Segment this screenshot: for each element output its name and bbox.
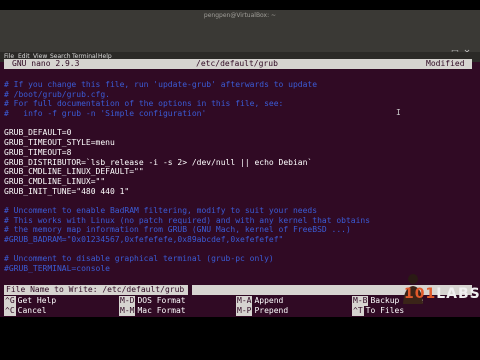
editor-line[interactable]: GRUB_TIMEOUT_STYLE=menu [4,138,472,148]
editor-line[interactable] [4,196,472,206]
shortcut-mac-format[interactable]: M-M Mac Format [119,306,186,316]
shortcut-get-help[interactable]: ^G Get Help [4,296,56,306]
text-cursor [188,285,192,295]
editor-line[interactable]: GRUB_INIT_TUNE="480 440 1" [4,187,472,197]
nano-status: Modified [426,59,465,68]
editor-line[interactable]: # info -f grub -n 'Simple configuration' [4,109,472,119]
channel-logo: 101LABS [384,272,480,306]
shortcut-prepend[interactable]: M-P Prepend [236,306,288,316]
editor-line[interactable]: # If you change this file, run 'update-g… [4,80,472,90]
prompt-text[interactable]: File Name to Write: /etc/default/grub [6,285,184,295]
editor-line[interactable]: GRUB_TIMEOUT=8 [4,148,472,158]
editor-line[interactable]: GRUB_DEFAULT=0 [4,128,472,138]
editor-line[interactable]: GRUB_DISTRIBUTOR=`lsb_release -i -s 2> /… [4,158,472,168]
editor-line[interactable]: #GRUB_BADRAM="0x01234567,0xfefefefe,0x89… [4,235,472,245]
logo-text: 101LABS [404,286,480,302]
window-title: pengpen@VirtualBox: ~ [203,12,277,19]
shortcut-dos-format[interactable]: M-D DOS Format [119,296,186,306]
title-bar: pengpen@VirtualBox: ~ –□✕ [0,10,480,57]
editor-line[interactable]: # the memory map information from GRUB (… [4,225,472,235]
nano-version: GNU nano 2.9.3 [12,59,80,68]
shortcut-append[interactable]: M-A Append [236,296,283,306]
window-controls: –□✕ [436,40,476,57]
editor-line[interactable]: # /boot/grub/grub.cfg. [4,90,472,100]
editor-line[interactable] [4,245,472,255]
editor-line[interactable]: # For full documentation of the options … [4,99,472,109]
editor-line[interactable]: # Uncomment to enable BadRAM filtering, … [4,206,472,216]
editor-line[interactable] [4,119,472,129]
mouse-cursor-icon: I [396,108,401,117]
editor-buffer[interactable]: # If you change this file, run 'update-g… [4,80,472,274]
shortcut-cancel[interactable]: ^C Cancel [4,306,47,316]
video-frame: pengpen@VirtualBox: ~ –□✕ File Edit View… [0,0,480,360]
editor-line[interactable]: GRUB_CMDLINE_LINUX="" [4,177,472,187]
editor-line[interactable]: GRUB_CMDLINE_LINUX_DEFAULT="" [4,167,472,177]
shortcut-to-files[interactable]: ^T To Files [352,306,404,316]
nano-header-bar: GNU nano 2.9.3 /etc/default/grub Modifie… [4,59,472,69]
nano-filename: /etc/default/grub [196,59,278,68]
editor-line[interactable]: # Uncomment to disable graphical termina… [4,254,472,264]
editor-line[interactable]: # This works with Linux (no patch requir… [4,216,472,226]
